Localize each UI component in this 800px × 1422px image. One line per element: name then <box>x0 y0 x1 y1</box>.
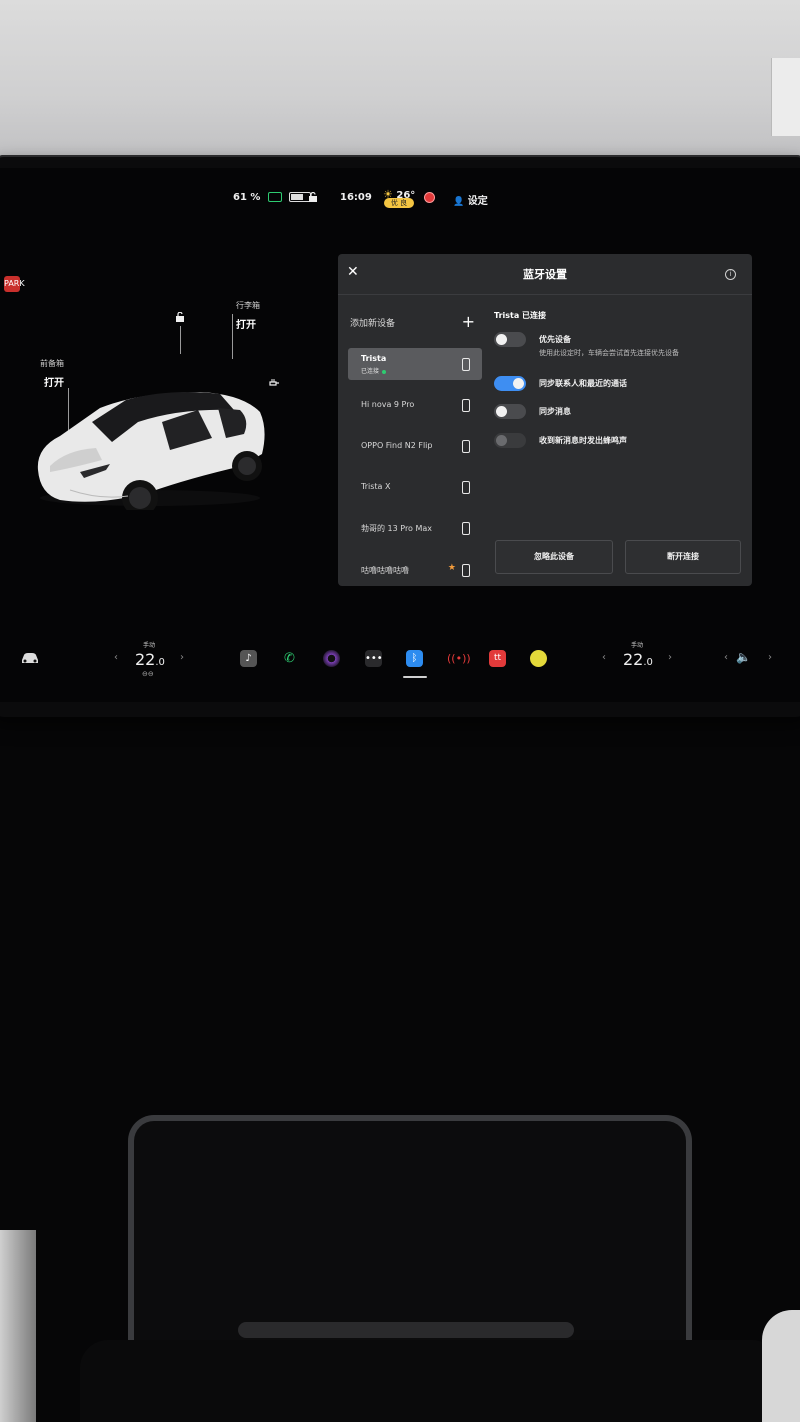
car-icon[interactable] <box>20 652 40 664</box>
charging-icon <box>267 192 282 202</box>
left-climate-mode: 手动 <box>143 642 156 649</box>
lock-status-icon[interactable] <box>308 191 318 205</box>
left-temp-down-icon[interactable]: ‹ <box>114 652 118 663</box>
option-label: 同步消息 <box>539 407 571 416</box>
connected-label: 已连接 <box>361 368 380 375</box>
add-device-label: 添加新设备 <box>350 319 396 329</box>
volume-up-icon[interactable]: › <box>768 652 772 663</box>
sync-messages-toggle[interactable] <box>494 404 526 419</box>
left-temp-dec: .0 <box>155 657 165 668</box>
toggle-knob <box>496 406 507 417</box>
news-app-icon[interactable]: tt <box>489 650 506 667</box>
center-console <box>80 1340 780 1422</box>
left-temperature[interactable]: 22.0 <box>135 650 165 669</box>
sync-contacts-toggle[interactable] <box>494 376 526 391</box>
console-trim-strip <box>238 1322 574 1338</box>
device-name: Trista X <box>361 482 391 491</box>
right-climate-mode: 手动 <box>631 642 644 649</box>
phone-icon <box>462 440 470 453</box>
device-item-gulu[interactable]: 咕噜咕噜咕噜 ★ <box>348 554 482 584</box>
right-temperature[interactable]: 22.0 <box>623 650 653 669</box>
forget-device-button[interactable]: 忽略此设备 <box>495 540 613 574</box>
toggle-knob <box>496 334 507 345</box>
bluetooth-settings-panel: ✕ 蓝牙设置 i 添加新设备 + Trista 已连接 Hi nova 9 Pr… <box>338 254 752 586</box>
phone-icon <box>462 522 470 535</box>
device-name: OPPO Find N2 Flip <box>361 441 433 450</box>
phone-icon <box>462 399 470 412</box>
device-item-hi-nova[interactable]: Hi nova 9 Pro <box>348 389 482 421</box>
right-temp-dec: .0 <box>643 657 653 668</box>
option-label: 优先设备 <box>539 335 571 344</box>
option-description: 使用此设定时，车辆会尝试首先连接优先设备 <box>539 349 679 357</box>
phone-icon <box>462 564 470 577</box>
park-badge: PARK <box>4 276 25 292</box>
more-apps-icon[interactable]: ••• <box>365 650 383 667</box>
wall-switch <box>771 58 800 136</box>
right-temp-down-icon[interactable]: ‹ <box>602 652 606 663</box>
phone-app-icon[interactable]: ✆ <box>281 650 298 667</box>
connected-dot <box>382 369 387 374</box>
option-label: 收到新消息时发出蜂鸣声 <box>539 436 627 445</box>
trunk-open-button[interactable]: 打开 <box>236 316 256 331</box>
device-name: Trista <box>361 354 387 363</box>
bottom-dock: ‹ 手动 22.0 › ⊖⊖ ♪ ✆ ••• ᛒ ((•)) tt ‹ 手动 2… <box>0 636 800 686</box>
device-item-trista-x[interactable]: Trista X <box>348 471 482 503</box>
toggle-knob <box>496 435 507 446</box>
bluetooth-icon[interactable]: ᛒ <box>406 650 423 667</box>
trunk-label: 行李箱 <box>236 301 260 310</box>
user-icon: 👤 <box>453 197 465 207</box>
option-label: 同步联系人和最近的通话 <box>539 379 627 388</box>
star-icon: ★ <box>447 563 456 573</box>
panel-title: 蓝牙设置 <box>523 268 567 281</box>
device-item-13-pro-max[interactable]: 勃哥的 13 Pro Max <box>348 512 482 544</box>
device-item-trista[interactable]: Trista 已连接 <box>348 348 482 380</box>
device-name: 咕噜咕噜咕噜 <box>361 566 409 575</box>
left-temp-int: 22 <box>135 650 156 669</box>
active-app-indicator <box>403 676 427 678</box>
music-icon[interactable]: ♪ <box>240 650 257 667</box>
device-item-oppo[interactable]: OPPO Find N2 Flip <box>348 430 482 462</box>
background-wall <box>0 0 800 165</box>
game-app-icon[interactable] <box>530 650 547 667</box>
toggle-knob <box>513 378 524 389</box>
plus-icon: + <box>461 312 475 331</box>
right-temp-int: 22 <box>623 650 644 669</box>
device-status: 已连接 <box>361 366 387 375</box>
panel-header: ✕ 蓝牙设置 i <box>338 254 752 295</box>
vehicle-panel: PARK 前备箱 打开 行李箱 打开 <box>0 218 300 618</box>
info-icon[interactable]: i <box>725 269 736 280</box>
air-quality-badge: 优 良 <box>384 198 414 208</box>
volume-icon[interactable]: 🔈 <box>736 650 751 664</box>
profile-label: 设定 <box>467 196 488 207</box>
message-chime-toggle[interactable] <box>494 433 526 448</box>
volume-down-icon[interactable]: ‹ <box>724 652 728 663</box>
priority-device-toggle[interactable] <box>494 332 526 347</box>
device-name: 勃哥的 13 Pro Max <box>361 524 433 533</box>
seat-edge <box>762 1310 800 1422</box>
record-icon <box>424 192 435 203</box>
clock: 16:09 <box>340 192 372 203</box>
connected-device-title: Trista 已连接 <box>494 311 547 320</box>
radio-icon[interactable]: ((•)) <box>447 650 471 667</box>
recording-indicator[interactable] <box>424 192 435 206</box>
phone-icon <box>462 358 470 371</box>
camera-icon[interactable] <box>323 650 340 667</box>
phone-icon <box>462 481 470 494</box>
disconnect-button[interactable]: 断开连接 <box>625 540 741 574</box>
battery-percent: 61 % <box>233 192 261 203</box>
car-model-image <box>37 392 265 510</box>
door-trim <box>0 1230 36 1422</box>
profile-button[interactable]: 👤 设定 <box>453 192 488 207</box>
right-temp-up-icon[interactable]: › <box>668 652 672 663</box>
car-touchscreen: 61 % 16:09 ☀ 26° 👤 设定 优 良 PARK 前备箱 打开 行李… <box>0 168 800 702</box>
battery-indicator: 61 % <box>233 192 312 203</box>
add-device-button[interactable]: 添加新设备 + <box>350 312 475 332</box>
left-temp-up-icon[interactable]: › <box>180 652 184 663</box>
device-name: Hi nova 9 Pro <box>361 400 415 409</box>
seat-heat-icon[interactable]: ⊖⊖ <box>142 670 154 678</box>
unlock-icon[interactable] <box>175 312 185 322</box>
